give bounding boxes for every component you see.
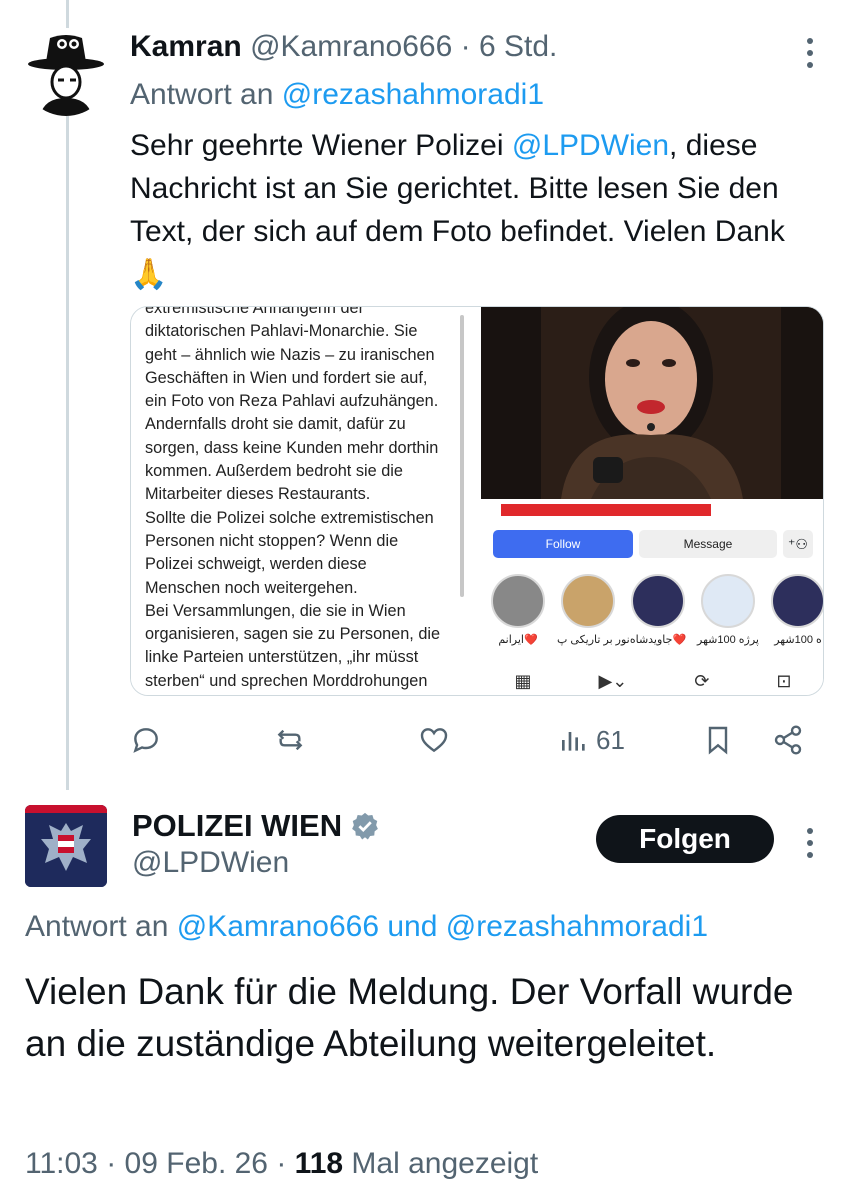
document-line: linke Parteien unterstützen, „ihr müsst (145, 648, 419, 667)
document-line: diktatorischen Pahlavi-Monarchie. Sie (145, 322, 418, 341)
bookmark-icon (708, 726, 728, 755)
views-button[interactable]: 61 (558, 718, 625, 762)
reply-mention-link[interactable]: @rezashahmoradi1 (446, 910, 708, 943)
reply-context: Antwort an @rezashahmoradi1 (130, 78, 544, 112)
document-line: Geschäften in Wien und fordert sie auf, (145, 368, 428, 387)
media-instagram-screenshot[interactable]: Follow Message ⁺⚇ ایرانم❤️ نور بر تاریکی… (481, 504, 823, 695)
heart-icon (420, 728, 448, 753)
tweet-header: Kamran @Kamrano666 · 6 Std. (130, 30, 557, 64)
document-scrollbar (460, 315, 464, 597)
tweet-time[interactable]: 11:03 (25, 1147, 98, 1180)
repost-icon (277, 729, 303, 751)
author-handle[interactable]: @LPDWien (132, 846, 289, 880)
more-options-icon[interactable] (807, 828, 815, 858)
tweet-date[interactable]: 09 Feb. 26 (125, 1147, 268, 1180)
follow-button[interactable]: Folgen (596, 815, 774, 863)
verified-badge-icon[interactable] (350, 811, 380, 841)
document-line: sorgen, dass keine Kunden mehr dorthin (145, 438, 439, 457)
media-video-still[interactable] (481, 307, 823, 499)
document-line: aus. Ist ein solcher Slogan in Wien (145, 693, 455, 695)
tweet-text: Vielen Dank für die Meldung. Der Vorfall… (25, 971, 794, 1064)
document-line: Personen nicht stoppen? Wenn die (145, 531, 399, 550)
separator: · (276, 1147, 287, 1180)
ig-highlight: ه 100شهر (767, 574, 823, 646)
document-line: extremistische Anhängerin der (145, 307, 365, 317)
tweet-text: Sehr geehrte Wiener Polizei @LPDWien, di… (130, 124, 830, 296)
reply-prefix: Antwort an (25, 910, 169, 943)
share-icon (774, 725, 802, 755)
reply-icon (133, 728, 158, 753)
ig-highlight: نور بر تاریکی پ (557, 574, 630, 646)
separator: · (106, 1147, 117, 1180)
ig-follow-button: Follow (493, 530, 633, 558)
tweet-text-part1: Sehr geehrte Wiener Polizei (130, 129, 504, 162)
document-line: Polizei schweigt, werden diese (145, 555, 367, 574)
author-name[interactable]: Kamran (130, 30, 242, 63)
thread-connector-line (66, 0, 69, 790)
pray-emoji: 🙏 (130, 258, 168, 291)
bookmark-button[interactable] (702, 718, 734, 762)
ig-highlight: ایرانم❤️ (487, 574, 549, 646)
document-text: extremistische Anhängerin der diktatorisc… (145, 307, 455, 695)
document-line: Sollte die Polizei solche extremistische… (145, 508, 434, 527)
author-name[interactable]: POLIZEI WIEN (132, 808, 342, 844)
reels-icon: ▶⌄ (598, 670, 628, 691)
share-button[interactable] (772, 718, 804, 762)
repost-button[interactable] (274, 718, 306, 762)
views-label: Mal angezeigt (351, 1147, 539, 1180)
views-count: 118 (294, 1147, 344, 1180)
document-line: Bei Versammlungen, die sie in Wien (145, 601, 406, 620)
tweet-meta: 11:03 · 09 Feb. 26 · 118 Mal angezeigt (25, 1147, 538, 1181)
document-line: kommen. Außerdem bedroht sie die (145, 462, 403, 481)
document-line: ein Foto von Reza Pahlavi aufzuhängen. (145, 392, 439, 411)
ig-tab-bar: ▦ ▶⌄ ⟳ ⊡ (481, 666, 823, 695)
reply-and: und (387, 910, 438, 943)
grid-icon: ▦ (514, 670, 532, 691)
reply-prefix: Antwort an (130, 78, 274, 111)
document-line: geht – ähnlich wie Nazis – zu iranischen (145, 345, 435, 364)
author-handle[interactable]: @Kamrano666 (250, 30, 452, 63)
document-line: Mitarbeiter dieses Restaurants. (145, 485, 371, 504)
like-button[interactable] (418, 718, 450, 762)
reply-context: Antwort an @Kamrano666 und @rezashahmora… (25, 910, 708, 944)
avatar[interactable] (25, 805, 107, 887)
views-icon (562, 732, 585, 751)
author-name-row: POLIZEI WIEN (132, 808, 380, 844)
ig-highlight: جاویدشاه❤️ (627, 574, 689, 646)
tagged-icon: ⊡ (776, 670, 792, 691)
ig-message-button: Message (639, 530, 777, 558)
timestamp[interactable]: 6 Std. (479, 30, 557, 63)
avatar[interactable] (22, 28, 110, 116)
document-line: organisieren, sagen sie zu Personen, die (145, 625, 441, 644)
reply-mention-link[interactable]: @rezashahmoradi1 (282, 78, 544, 111)
document-line: sterben“ und sprechen Morddrohungen (145, 671, 428, 690)
repost-icon: ⟳ (694, 670, 710, 691)
media-document-image[interactable]: extremistische Anhängerin der diktatorisc… (131, 307, 476, 695)
document-line: Menschen noch weitergehen. (145, 578, 358, 597)
document-line: Andernfalls droht sie damit, dafür zu (145, 415, 406, 434)
separator: · (460, 30, 471, 63)
media-grid[interactable]: extremistische Anhängerin der diktatorisc… (130, 306, 824, 696)
views-count: 61 (596, 724, 625, 755)
ig-highlight: پرژه 100شهر (697, 574, 759, 646)
redacted-bar (501, 504, 711, 516)
reply-mention-link[interactable]: @Kamrano666 (177, 910, 379, 943)
tweet-action-bar: 61 (130, 718, 830, 762)
more-options-icon[interactable] (807, 38, 815, 68)
add-user-icon: ⁺⚇ (783, 530, 813, 558)
mention-link[interactable]: @LPDWien (512, 129, 669, 162)
reply-button[interactable] (130, 718, 162, 762)
